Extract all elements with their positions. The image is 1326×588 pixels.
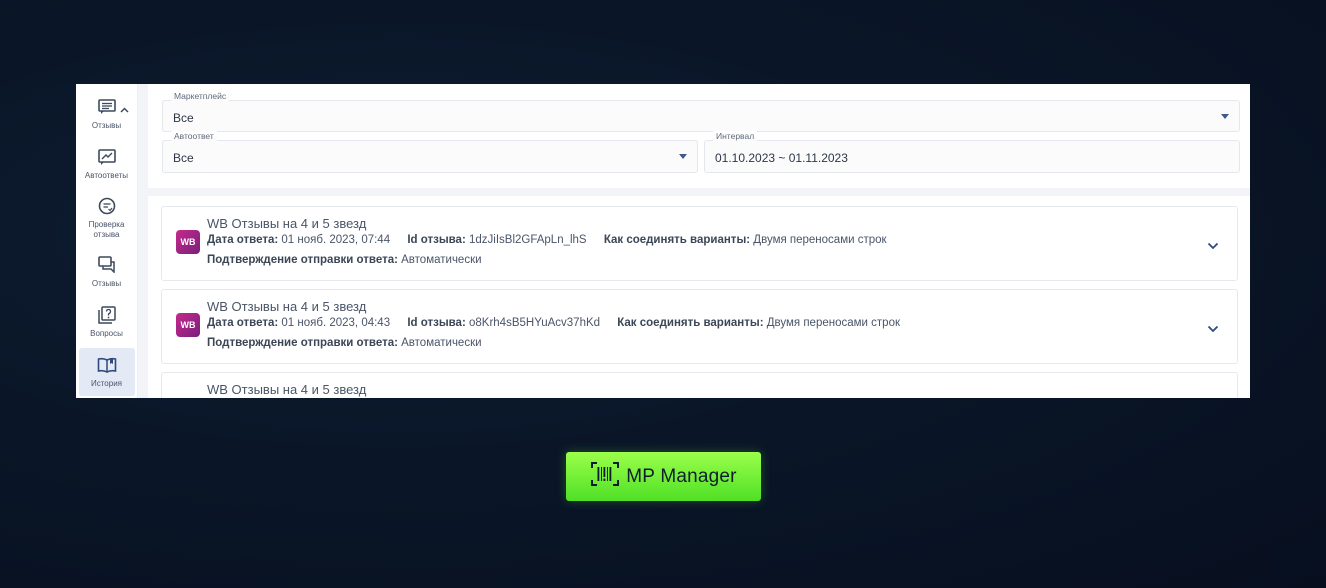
sidebar-item-label: Вопросы xyxy=(90,328,123,338)
sidebar-item-label: Отзывы xyxy=(91,121,122,131)
filters-panel: Маркетплейс Все Автоответ Все Интервал 0… xyxy=(148,84,1250,188)
autoreply-select[interactable]: Автоответ Все xyxy=(162,131,698,173)
confirm-value: Автоматически xyxy=(401,254,482,266)
sidebar-item-label: Отзывы xyxy=(91,278,122,288)
message-square-icon xyxy=(97,97,117,117)
join-value: Двумя переносами строк xyxy=(766,317,901,329)
sidebar-item-reviews-2[interactable]: Отзывы xyxy=(79,248,135,296)
wb-logo: WB xyxy=(176,313,200,337)
history-card[interactable]: WB Отзывы на 4 и 5 звезд xyxy=(161,372,1238,398)
main-content: Маркетплейс Все Автоответ Все Интервал 0… xyxy=(138,84,1250,398)
id-label: Id отзыва: xyxy=(407,234,466,246)
caret-down-icon[interactable] xyxy=(1221,114,1229,119)
card-title: WB Отзывы на 4 и 5 звезд xyxy=(207,382,367,397)
confirm-label: Подтверждение отправки ответа: xyxy=(207,254,398,266)
id-value: o8Krh4sB5HYuAcv37hKd xyxy=(468,317,601,329)
join-label: Как соединять варианты: xyxy=(603,234,751,246)
chevron-up-icon[interactable] xyxy=(119,100,129,118)
autoreply-value: Все xyxy=(173,151,194,165)
sidebar-item-reviews[interactable]: Отзывы xyxy=(79,90,135,138)
sidebar-item-label: Автоответы xyxy=(84,171,129,181)
chevron-down-icon[interactable] xyxy=(1207,237,1219,255)
history-list: WB WB Отзывы на 4 и 5 звезд Дата ответа:… xyxy=(148,196,1250,398)
date-value: 01 нояб. 2023, 04:43 xyxy=(281,317,391,329)
chat-bubbles-icon xyxy=(97,255,117,275)
wb-logo: WB xyxy=(176,230,200,254)
caret-down-icon[interactable] xyxy=(679,154,687,159)
brand-name: MP Manager xyxy=(626,465,737,487)
edit-chart-icon xyxy=(97,147,117,167)
id-label: Id отзыва: xyxy=(407,317,466,329)
confirm-label: Подтверждение отправки ответа: xyxy=(207,337,398,349)
sidebar-item-autoreplies[interactable]: Автоответы xyxy=(79,140,135,188)
card-confirm: Подтверждение отправки ответа: Автоматич… xyxy=(207,254,482,266)
chevron-down-icon[interactable] xyxy=(1207,320,1219,338)
interval-label: Интервал xyxy=(713,131,758,141)
card-details: Дата ответа: 01 нояб. 2023, 07:44 Id отз… xyxy=(207,234,887,246)
date-label: Дата ответа: xyxy=(207,234,279,246)
join-value: Двумя переносами строк xyxy=(753,234,887,246)
sidebar-item-history[interactable]: История xyxy=(78,347,135,396)
barcode-icon xyxy=(590,461,620,492)
autoreply-label: Автоответ xyxy=(171,131,217,141)
book-open-icon xyxy=(97,355,117,375)
brand-badge: MP Manager xyxy=(566,452,761,501)
sidebar-item-label: История xyxy=(90,378,123,388)
sidebar: Отзывы Автоответы Проверка отзыва Отзывы… xyxy=(76,84,138,398)
marketplace-value: Все xyxy=(173,111,194,125)
history-card[interactable]: WB WB Отзывы на 4 и 5 звезд Дата ответа:… xyxy=(161,289,1238,364)
sidebar-item-label: Проверка отзыва xyxy=(88,219,125,239)
marketplace-label: Маркетплейс xyxy=(171,91,230,101)
card-confirm: Подтверждение отправки ответа: Автоматич… xyxy=(207,337,482,349)
marketplace-select[interactable]: Маркетплейс Все xyxy=(162,91,1240,132)
sidebar-item-review-check[interactable]: Проверка отзыва xyxy=(79,190,135,246)
question-square-icon xyxy=(97,305,117,325)
history-card[interactable]: WB WB Отзывы на 4 и 5 звезд Дата ответа:… xyxy=(161,206,1238,281)
date-value: 01 нояб. 2023, 07:44 xyxy=(281,234,391,246)
card-title: WB Отзывы на 4 и 5 звезд xyxy=(207,299,367,314)
date-label: Дата ответа: xyxy=(207,317,279,329)
card-title: WB Отзывы на 4 и 5 звезд xyxy=(207,216,367,231)
id-value: 1dzJiIsBl2GFApLn_lhS xyxy=(468,234,587,246)
card-details: Дата ответа: 01 нояб. 2023, 04:43 Id отз… xyxy=(207,317,900,329)
sidebar-item-questions[interactable]: Вопросы xyxy=(79,298,135,346)
interval-value: 01.10.2023 ~ 01.11.2023 xyxy=(715,151,848,165)
app-window: Отзывы Автоответы Проверка отзыва Отзывы… xyxy=(76,84,1250,398)
join-label: Как соединять варианты: xyxy=(617,317,764,329)
interval-picker[interactable]: Интервал 01.10.2023 ~ 01.11.2023 xyxy=(704,131,1240,173)
chat-check-icon xyxy=(97,196,117,216)
confirm-value: Автоматически xyxy=(401,337,482,349)
